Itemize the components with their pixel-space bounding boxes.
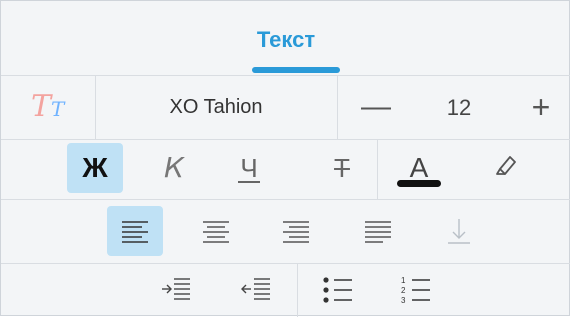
indent-decrease-button[interactable]: [231, 269, 281, 313]
font-size-value: 12: [446, 95, 472, 120]
align-justify-button[interactable]: [350, 206, 406, 256]
align-left-icon: [122, 221, 148, 243]
list-row: 1 2 3: [1, 263, 570, 317]
align-right-button[interactable]: [268, 206, 324, 256]
style-row: Ж К Ч Т А: [1, 139, 570, 199]
list-number-1: 1: [401, 276, 406, 285]
align-center-icon: [203, 221, 229, 243]
bulleted-list-button[interactable]: [313, 269, 363, 313]
decrease-font-size-button[interactable]: —: [356, 89, 396, 125]
font-row: TT XO Tahion — 12 +: [1, 75, 570, 139]
divider: [337, 75, 338, 139]
strikethrough-label: Т: [334, 153, 350, 183]
align-center-button[interactable]: [188, 206, 244, 256]
alignment-row: [1, 199, 570, 263]
align-bottom-button[interactable]: [431, 206, 487, 256]
highlighter-icon[interactable]: [479, 139, 535, 189]
align-left-button[interactable]: [107, 206, 163, 256]
list-number-2: 2: [401, 286, 406, 295]
numbered-list-icon: 1 2 3: [401, 276, 430, 305]
divider: [377, 139, 378, 199]
indent-decrease-icon: [241, 278, 270, 300]
list-number-3: 3: [401, 296, 406, 305]
numbered-list-button[interactable]: 1 2 3: [391, 269, 441, 313]
bulleted-list-icon: [323, 277, 352, 303]
align-right-icon: [283, 221, 309, 243]
increase-font-size-button[interactable]: +: [521, 87, 561, 127]
align-justify-icon: [365, 221, 391, 243]
text-style-icon[interactable]: TT: [31, 89, 64, 124]
indent-increase-button[interactable]: [151, 269, 201, 313]
divider: [297, 263, 298, 317]
tab-active-indicator: [252, 67, 340, 73]
tab-bar: Текст: [1, 1, 570, 75]
strikethrough-button[interactable]: Т: [314, 143, 370, 193]
italic-button[interactable]: К: [146, 143, 202, 193]
text-color-indicator: [397, 180, 441, 187]
underline-label: Ч: [238, 153, 260, 183]
tab-text[interactable]: Текст: [1, 27, 570, 53]
underline-button[interactable]: Ч: [221, 143, 277, 193]
font-name-selector[interactable]: XO Tahion: [96, 96, 336, 119]
text-format-panel: Текст TT XO Tahion — 12 + Ж К Ч Т А 1 2 …: [0, 0, 570, 317]
bold-button[interactable]: Ж: [67, 143, 123, 193]
indent-increase-icon: [162, 278, 190, 300]
align-bottom-icon: [448, 219, 470, 244]
